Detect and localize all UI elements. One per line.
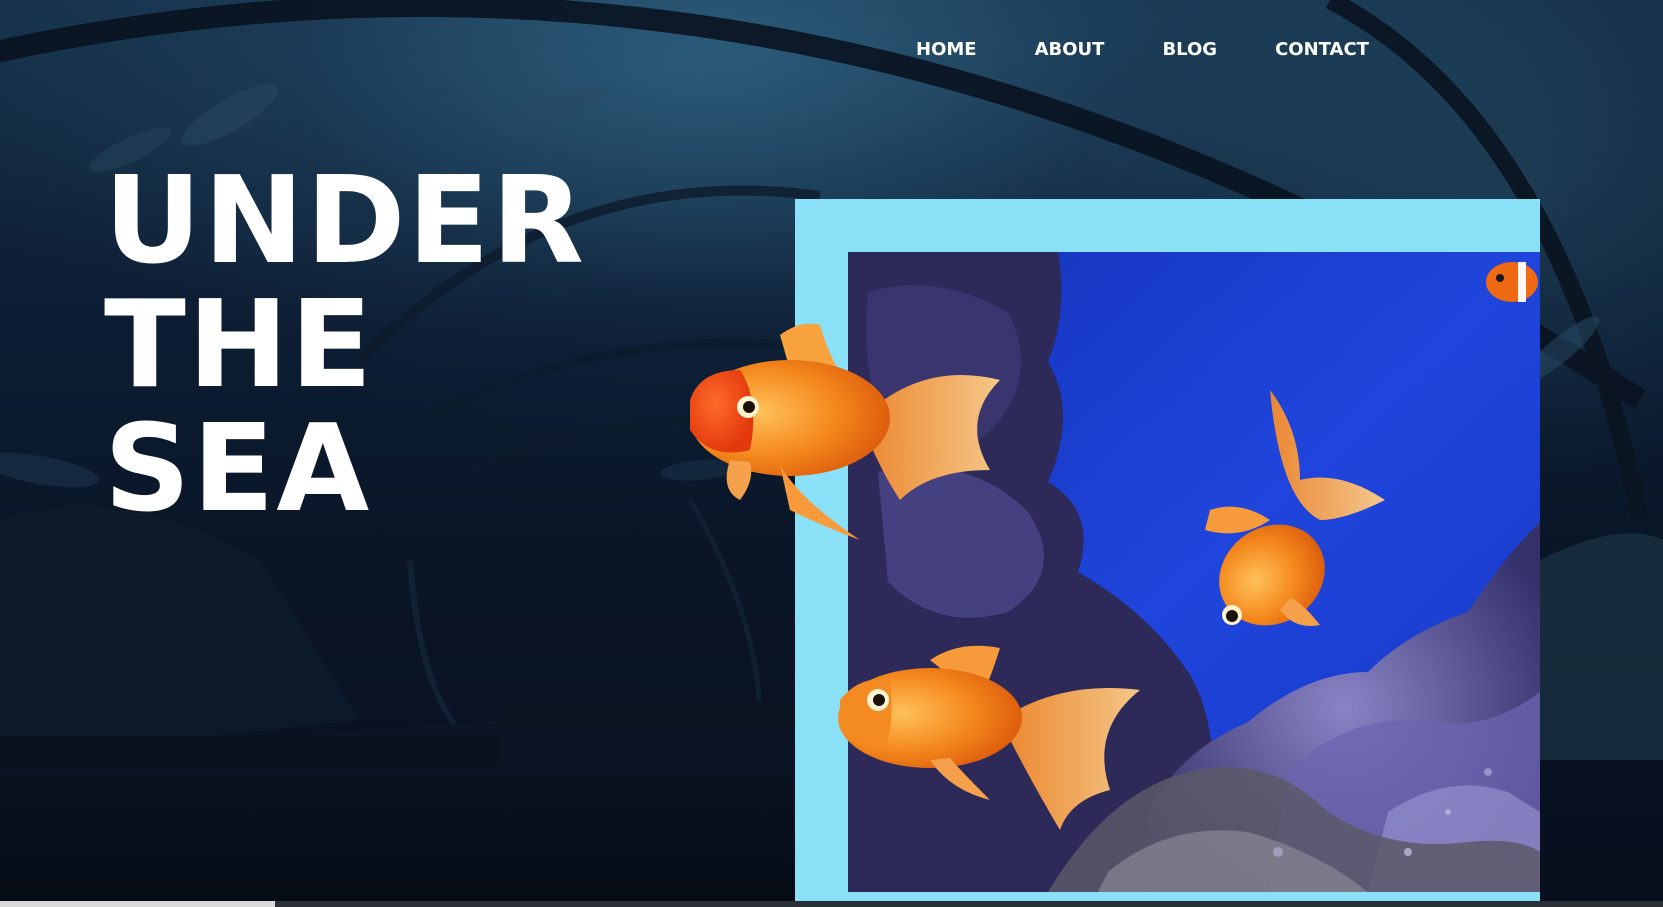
- aquarium-photo: [848, 252, 1540, 892]
- nav-link-blog[interactable]: BLOG: [1162, 36, 1217, 64]
- nav-link-home[interactable]: HOME: [916, 36, 977, 64]
- hero-title-line-1: UNDER: [104, 152, 586, 291]
- main-nav: HOME ABOUT BLOG CONTACT: [916, 36, 1369, 64]
- hero-title: UNDER THE SEA: [104, 160, 586, 532]
- nav-link-contact[interactable]: CONTACT: [1275, 36, 1369, 64]
- nav-link-about[interactable]: ABOUT: [1035, 36, 1105, 64]
- page: HOME ABOUT BLOG CONTACT UNDER THE SEA: [0, 0, 1663, 907]
- bottom-strip-dark-segment: [275, 901, 1663, 907]
- hero-title-line-3: SEA: [104, 400, 372, 539]
- aquarium-photo-illustration: [848, 252, 1540, 892]
- hero-title-line-2: THE: [104, 276, 375, 415]
- bottom-strip: [0, 901, 1663, 907]
